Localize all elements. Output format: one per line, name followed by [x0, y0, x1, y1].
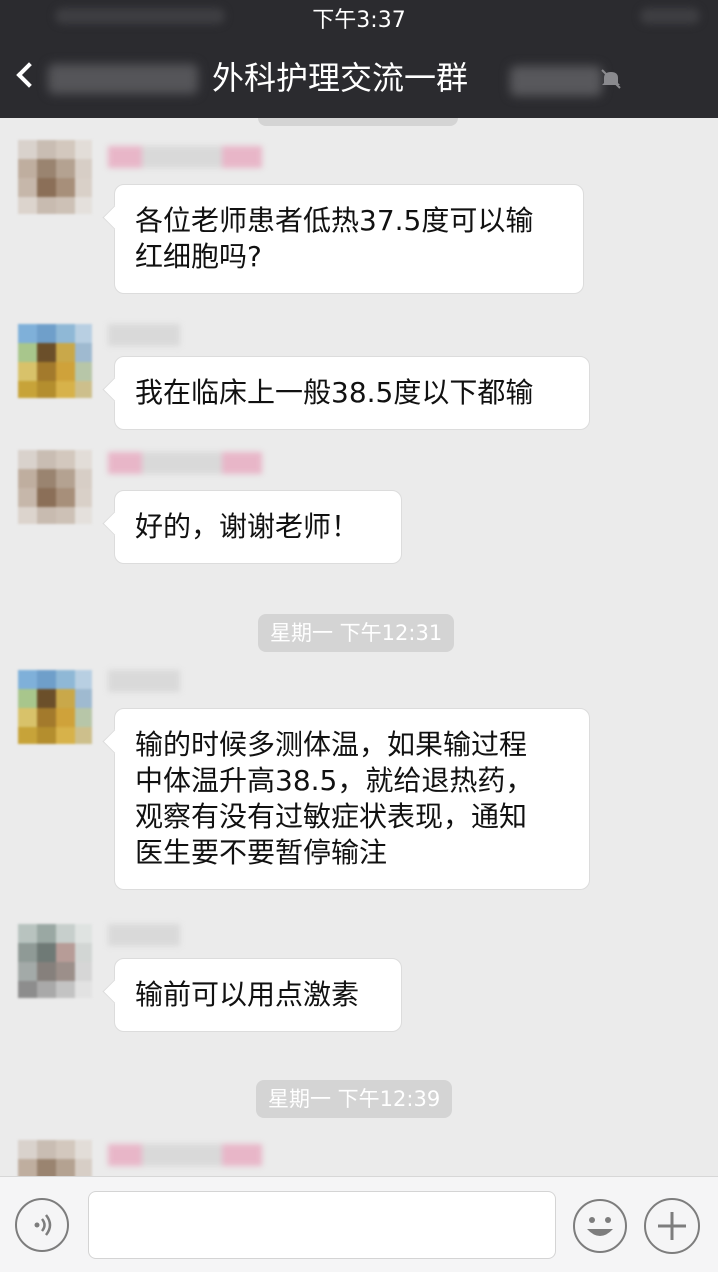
member-count-blurred [510, 66, 602, 96]
message-bubble[interactable]: 各位老师患者低热37.5度可以输 红细胞吗? [114, 184, 584, 294]
voice-icon [34, 1214, 52, 1236]
mute-icon [601, 69, 621, 89]
sender-name-blurred [108, 324, 278, 346]
voice-button[interactable] [15, 1198, 69, 1252]
avatar[interactable] [18, 450, 92, 524]
message-input[interactable] [88, 1191, 556, 1259]
chat-title: 外科护理交流一群 [212, 59, 469, 97]
input-bar [0, 1176, 718, 1272]
message-bubble[interactable]: 输的时候多测体温，如果输过程 中体温升高38.5，就给退热药， 观察有没有过敏症… [114, 708, 590, 890]
sender-name-blurred [108, 924, 278, 946]
avatar[interactable] [18, 670, 92, 744]
message-bubble[interactable]: 输前可以用点激素 [114, 958, 402, 1032]
chat-history[interactable]: 各位老师患者低热37.5度可以输 红细胞吗? 我在临床上一般38.5度以下都输 … [0, 118, 718, 1176]
avatar[interactable] [18, 140, 92, 214]
back-button[interactable] [16, 56, 198, 100]
emoji-icon[interactable] [572, 1198, 628, 1254]
message-bubble[interactable]: 我在临床上一般38.5度以下都输 [114, 356, 590, 430]
chevron-left-icon [16, 62, 42, 88]
back-label-blurred [48, 64, 198, 94]
sender-name-blurred [108, 452, 278, 474]
avatar[interactable] [18, 324, 92, 398]
avatar[interactable] [18, 924, 92, 998]
avatar[interactable] [18, 1140, 92, 1176]
timestamp-cut-off [258, 118, 458, 126]
plus-button[interactable] [644, 1198, 700, 1254]
sender-name-blurred [108, 1144, 278, 1166]
status-battery-blurred [640, 8, 700, 24]
chat-header: 下午3:37 外科护理交流一群 [0, 0, 718, 118]
timestamp: 星期一 下午12:39 [256, 1080, 453, 1118]
status-time: 下午3:37 [312, 8, 406, 33]
sender-name-blurred [108, 146, 278, 168]
message-bubble[interactable]: 好的，谢谢老师！ [114, 490, 402, 564]
sender-name-blurred [108, 670, 278, 692]
timestamp: 星期一 下午12:31 [258, 614, 455, 652]
